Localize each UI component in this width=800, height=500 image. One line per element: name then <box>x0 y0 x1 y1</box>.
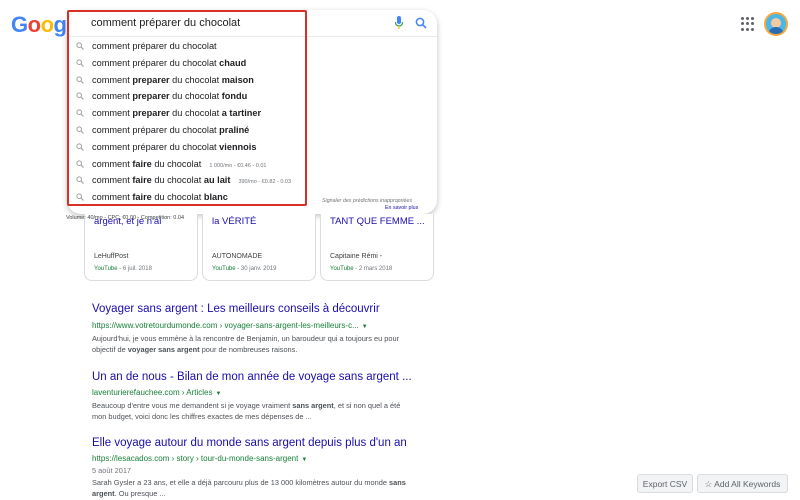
apps-grid-icon[interactable] <box>741 17 755 31</box>
caret-down-icon[interactable]: ▼ <box>362 324 368 330</box>
video-meta: YouTube - 2 mars 2018 <box>330 266 392 272</box>
result-date: 5 août 2017 <box>92 466 132 475</box>
video-meta: YouTube - 6 juil. 2018 <box>94 266 152 272</box>
video-card[interactable]: argent, et je n'ai LeHuffPost YouTube - … <box>84 214 198 281</box>
snippet-line: Sarah Gysler a 23 ans, et elle a déjà pa… <box>92 478 406 487</box>
video-source: AUTONOMADE <box>212 253 263 260</box>
export-csv-button[interactable]: Export CSV <box>637 474 693 493</box>
video-card[interactable]: la VÉRITÉ AUTONOMADE YouTube - 30 janv. … <box>202 214 316 281</box>
video-card[interactable]: TANT QUE FEMME ... Capitaine Rémi - YouT… <box>320 214 434 281</box>
logo-letter: o <box>40 12 54 37</box>
result-url-text: laventurierefauchee.com › Articles <box>92 388 213 397</box>
logo-letter: o <box>27 12 41 37</box>
search-icon[interactable] <box>415 17 427 29</box>
result-url-text: https://lesacados.com › story › tour-du-… <box>92 454 299 463</box>
caret-down-icon[interactable]: ▼ <box>216 391 222 397</box>
snippet-bold: voyager sans argent <box>127 345 200 354</box>
snippet-line: Aujourd'hui, je vous emmène à la rencont… <box>92 334 400 343</box>
snippet-line: Beaucoup d'entre vous me demandent si je… <box>92 401 401 410</box>
add-all-keywords-button[interactable]: ☆ Add All Keywords <box>697 474 788 493</box>
video-platform: YouTube <box>94 266 118 272</box>
result-title[interactable]: Un an de nous - Bilan de mon année de vo… <box>92 371 412 383</box>
avatar[interactable] <box>764 12 788 36</box>
result-url-text: https://www.votretourdumonde.com › voyag… <box>92 321 359 330</box>
video-meta: YouTube - 30 janv. 2019 <box>212 266 277 272</box>
video-date: - 30 janv. 2019 <box>235 266 277 272</box>
video-date: - 6 juil. 2018 <box>117 266 152 272</box>
highlight-box <box>67 10 307 206</box>
result-title[interactable]: Voyager sans argent : Les meilleurs cons… <box>92 303 380 315</box>
result-snippet: Sarah Gysler a 23 ans, et elle a déjà pa… <box>92 477 422 499</box>
result-url[interactable]: laventurierefauchee.com › Articles ▼ <box>92 388 221 397</box>
result-url[interactable]: https://www.votretourdumonde.com › voyag… <box>92 321 368 330</box>
snippet-text: objectif de <box>92 345 128 354</box>
video-source: Capitaine Rémi - <box>330 253 383 260</box>
result-url[interactable]: https://lesacados.com › story › tour-du-… <box>92 454 307 463</box>
caret-down-icon[interactable]: ▼ <box>301 457 307 463</box>
learn-more-link[interactable]: En savoir plus <box>385 205 418 211</box>
snippet-line: objectif de voyager sans argent pour de … <box>92 344 422 355</box>
snippet-text: pour de nombreuses raisons. <box>199 345 298 354</box>
result-snippet: Beaucoup d'entre vous me demandent si je… <box>92 400 422 422</box>
snippet-line: argent. Ou presque ... <box>92 489 166 498</box>
video-source: LeHuffPost <box>94 253 129 260</box>
snippet-line: mon budget, voici donc les chiffres exac… <box>92 412 312 421</box>
video-platform: YouTube <box>330 266 354 272</box>
report-predictions-link[interactable]: Signaler des prédictions inappropriées <box>322 198 412 204</box>
microphone-icon[interactable] <box>394 16 404 30</box>
result-snippet: Aujourd'hui, je vous emmène à la rencont… <box>92 333 422 355</box>
logo-letter: g <box>53 12 67 37</box>
video-title[interactable]: la VÉRITÉ <box>212 216 256 227</box>
keyword-volume-bar: Volume: 40/mo - CPC: €0.00 - Competition… <box>66 215 185 221</box>
result-title[interactable]: Elle voyage autour du monde sans argent … <box>92 437 407 449</box>
video-date: - 2 mars 2018 <box>353 266 393 272</box>
video-title[interactable]: TANT QUE FEMME ... <box>330 216 425 227</box>
logo-letter: G <box>11 12 28 37</box>
video-platform: YouTube <box>212 266 236 272</box>
